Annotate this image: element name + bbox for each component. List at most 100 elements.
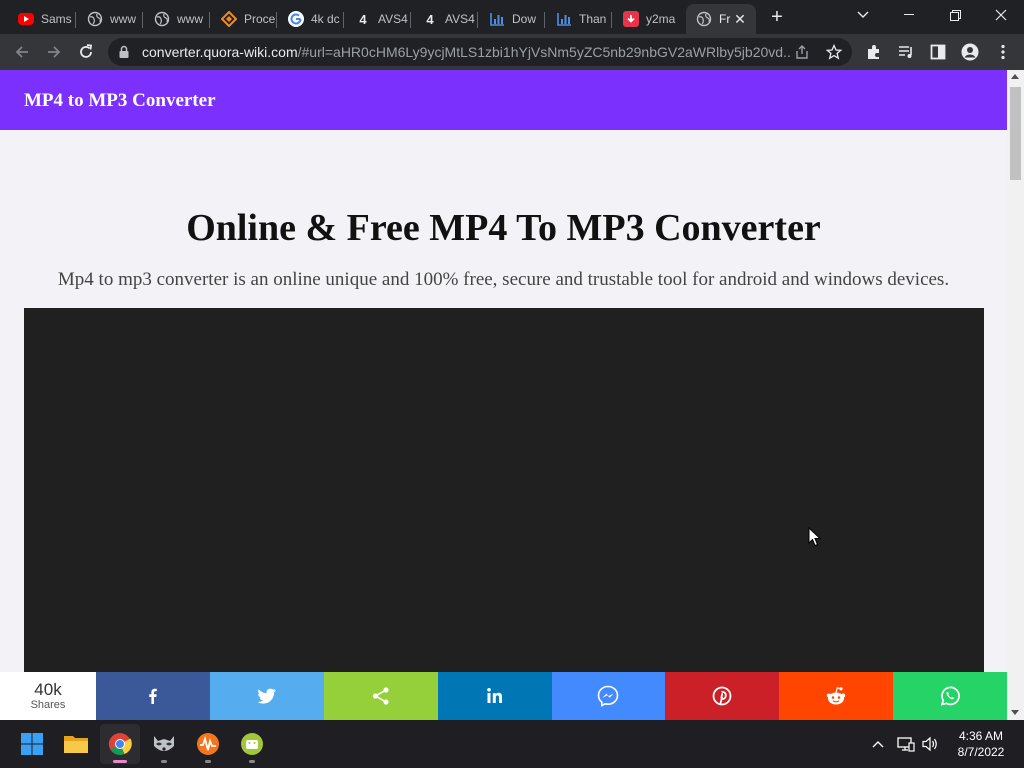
social-share-bar: 40k Shares — [0, 672, 1007, 720]
share-count-number: 40k — [34, 679, 62, 699]
reload-button[interactable] — [72, 38, 100, 66]
taskbar-chrome[interactable] — [100, 724, 140, 764]
close-icon — [995, 9, 1007, 21]
media-controls-icon[interactable] — [897, 43, 915, 61]
mouse-cursor-icon — [808, 527, 822, 547]
extensions-puzzle-icon[interactable] — [865, 43, 883, 61]
page-scrollbar[interactable] — [1007, 70, 1024, 720]
tab-avs4-2[interactable]: 4 AVS4 — [412, 4, 478, 34]
show-hidden-icons-button[interactable] — [868, 734, 888, 754]
chevron-down-icon — [857, 11, 869, 18]
tab-4k-download[interactable]: 4k dc — [278, 4, 344, 34]
forward-button[interactable] — [40, 38, 68, 66]
tab-download[interactable]: Dow — [479, 4, 545, 34]
url-domain: converter.quora-wiki.com — [142, 44, 298, 60]
scroll-up-arrow-icon[interactable] — [1011, 74, 1019, 79]
restore-icon — [949, 9, 961, 21]
volume-control[interactable] — [920, 734, 940, 754]
pinterest-icon — [712, 686, 732, 706]
tab-samsung[interactable]: Sams — [8, 4, 76, 34]
tab-separator — [142, 12, 143, 28]
tab-title: Proce — [244, 12, 276, 26]
restore-button[interactable] — [932, 0, 978, 30]
site-header: MP4 to MP3 Converter — [0, 70, 1007, 130]
share-linkedin-button[interactable] — [437, 672, 552, 720]
profile-avatar-icon[interactable] — [961, 43, 979, 61]
taskbar-android-app[interactable] — [232, 724, 272, 764]
whatsapp-icon — [940, 686, 960, 706]
share-whatsapp-button[interactable] — [893, 672, 1007, 720]
tab-avs4-1[interactable]: 4 AVS4 — [345, 4, 411, 34]
share-facebook-button[interactable] — [96, 672, 210, 720]
new-tab-button[interactable]: + — [766, 7, 788, 29]
back-arrow-icon — [15, 46, 28, 58]
taskbar-audio-app[interactable] — [188, 724, 228, 764]
tab-separator — [209, 12, 210, 28]
share-pinterest-button[interactable] — [665, 672, 780, 720]
tab-separator — [276, 12, 277, 28]
back-button[interactable] — [8, 38, 36, 66]
globe-icon — [154, 11, 170, 27]
share-reddit-button[interactable] — [779, 672, 894, 720]
close-window-button[interactable] — [978, 0, 1024, 30]
side-panel-icon[interactable] — [929, 43, 947, 61]
tab-www-1[interactable]: www — [77, 4, 143, 34]
network-status[interactable] — [896, 734, 916, 754]
video-player[interactable] — [24, 308, 984, 720]
tab-title: www — [177, 12, 203, 26]
speaker-icon — [922, 736, 937, 752]
tab-www-2[interactable]: www — [144, 4, 210, 34]
four-icon: 4 — [426, 11, 434, 27]
tab-y2mate[interactable]: y2ma — [613, 4, 685, 34]
share-count: 40k Shares — [0, 672, 96, 720]
tab-search-button[interactable] — [840, 0, 886, 30]
url-text[interactable]: converter.quora-wiki.com/#url=aHR0cHM6Ly… — [142, 44, 792, 60]
tab-title: Than — [579, 12, 607, 26]
url-path: /#url=aHR0cHM6Ly9ycjMtLS1zbi1hYjVsNm5yZC… — [297, 44, 792, 60]
system-clock[interactable]: 4:36 AM 8/7/2022 — [946, 728, 1016, 760]
minimize-icon — [904, 14, 914, 15]
share-sharethis-button[interactable] — [323, 672, 438, 720]
running-indicator — [205, 760, 211, 763]
taskbar-raccoon-app[interactable] — [144, 724, 184, 764]
bar-chart-icon — [489, 11, 505, 27]
tab-separator — [410, 12, 411, 28]
start-button[interactable] — [12, 724, 52, 764]
lock-icon[interactable] — [118, 45, 130, 59]
tab-title: Dow — [512, 12, 537, 26]
clock-time: 4:36 AM — [958, 729, 1004, 743]
twitter-icon — [257, 688, 276, 704]
close-tab-icon[interactable]: ✕ — [732, 11, 748, 27]
tab-strip: Sams www www Proce 4k dc 4 AVS4 4 AVS4 D… — [0, 0, 1024, 34]
messenger-icon — [598, 685, 619, 707]
reddit-icon — [826, 687, 846, 705]
tab-title: Sams — [41, 12, 72, 26]
share-page-icon[interactable] — [794, 44, 810, 60]
share-messenger-button[interactable] — [551, 672, 666, 720]
audio-app-icon — [197, 733, 219, 755]
tab-title: y2ma — [646, 12, 676, 26]
linkedin-icon — [486, 688, 502, 703]
scrollbar-thumb[interactable] — [1010, 87, 1021, 180]
globe-icon — [87, 11, 103, 27]
share-twitter-button[interactable] — [209, 672, 324, 720]
tab-title: AVS4 — [445, 12, 475, 26]
tab-proce[interactable]: Proce — [211, 4, 277, 34]
tab-title: www — [110, 12, 136, 26]
android-app-icon — [241, 733, 263, 755]
tab-active-converter[interactable]: Fr ✕ — [686, 4, 756, 34]
address-bar[interactable]: converter.quora-wiki.com/#url=aHR0cHM6Ly… — [108, 38, 852, 66]
reload-icon — [80, 44, 93, 58]
running-indicator — [249, 760, 255, 763]
site-logo[interactable]: MP4 to MP3 Converter — [24, 90, 216, 112]
bookmark-star-icon[interactable] — [826, 44, 842, 60]
tab-thanks[interactable]: Than — [546, 4, 612, 34]
taskbar-file-explorer[interactable] — [56, 724, 96, 764]
four-icon: 4 — [359, 11, 367, 27]
minimize-button[interactable] — [886, 0, 932, 30]
youtube-icon — [18, 13, 34, 25]
forward-arrow-icon — [48, 46, 61, 58]
windows-start-icon — [21, 733, 43, 755]
kebab-menu-icon[interactable] — [994, 43, 1012, 61]
scroll-down-arrow-icon[interactable] — [1011, 710, 1019, 715]
